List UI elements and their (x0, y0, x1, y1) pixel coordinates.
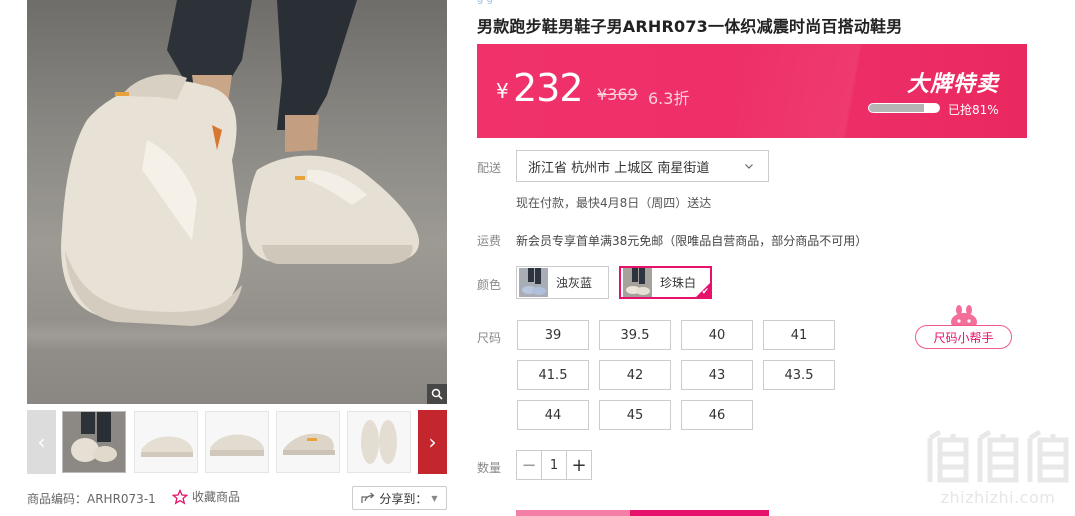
current-price: 232 (513, 66, 584, 110)
caret-down-icon: ▼ (431, 493, 438, 503)
share-label: 分享到： (379, 491, 428, 506)
check-icon: ✔ (701, 287, 709, 297)
size-option-41-5[interactable]: 41.5 (517, 360, 589, 390)
size-option-43-5[interactable]: 43.5 (763, 360, 835, 390)
color-name: 浊灰蓝 (556, 276, 593, 290)
address-select[interactable]: 浙江省 杭州市 上城区 南星街道 (516, 150, 769, 182)
sold-progress-bar (868, 103, 940, 113)
quantity-increase-button[interactable]: + (567, 451, 591, 479)
color-option-pearl-white[interactable]: 珍珠白 ✔ (619, 266, 712, 299)
size-option-40[interactable]: 40 (681, 320, 753, 350)
size-option-44[interactable]: 44 (517, 400, 589, 430)
color-swatch (519, 268, 548, 297)
discount-label: 6.3折 (648, 89, 690, 108)
thumb-prev-button[interactable]: ‹ (27, 410, 56, 474)
size-label: 尺码 (477, 331, 502, 345)
share-icon (361, 492, 375, 503)
product-meta-row: 商品编码：ARHR073-1 收藏商品 分享到： ▼ (27, 486, 447, 510)
purchase-buttons (516, 510, 769, 516)
size-option-41[interactable]: 41 (763, 320, 835, 350)
thumbnail-5[interactable] (347, 411, 411, 473)
product-title: 男款跑步鞋男鞋子男ARHR073一体织减震时尚百搭动鞋男 (477, 17, 903, 36)
size-option-46[interactable]: 46 (681, 400, 753, 430)
size-option-39-5[interactable]: 39.5 (599, 320, 671, 350)
chevron-left-icon: ‹ (37, 430, 46, 454)
quantity-decrease-button[interactable]: − (517, 451, 541, 479)
share-button[interactable]: 分享到： ▼ (352, 486, 447, 510)
add-to-cart-button[interactable] (516, 510, 630, 516)
thumbnail-2[interactable] (134, 411, 198, 473)
watermark-logo (927, 430, 1069, 483)
product-code: 商品编码：ARHR073-1 (27, 492, 156, 506)
buy-now-button[interactable] (630, 510, 769, 516)
price-currency: ¥ (496, 79, 509, 103)
thumbnail-3[interactable] (205, 411, 269, 473)
color-swatch (623, 268, 652, 297)
star-icon (172, 488, 188, 505)
sale-title: 大牌特卖 (906, 72, 999, 97)
thumbnail-4[interactable] (276, 411, 340, 473)
quantity-stepper: − 1 + (516, 450, 592, 480)
zoom-icon[interactable] (427, 384, 447, 404)
main-product-image[interactable] (27, 0, 447, 404)
color-name: 珍珠白 (660, 276, 697, 290)
thumbnail-strip: ‹ › (27, 410, 447, 474)
chevron-down-icon (745, 164, 753, 169)
watermark-text: zhizhizhi.com (940, 488, 1056, 507)
size-option-45[interactable]: 45 (599, 400, 671, 430)
shipping-label: 运费 (477, 234, 502, 248)
address-value: 浙江省 杭州市 上城区 南星街道 (528, 160, 710, 176)
thumbnail-1[interactable] (62, 411, 126, 473)
size-option-42[interactable]: 42 (599, 360, 671, 390)
chevron-right-icon: › (428, 430, 437, 454)
delivery-time: 现在付款，最快4月8日（周四）送达 (516, 196, 712, 210)
site-watermark: zhizhizhi.com (926, 430, 1070, 516)
quantity-input[interactable]: 1 (541, 451, 567, 479)
delivery-label: 配送 (477, 161, 502, 175)
original-price: ¥369 (597, 85, 638, 104)
color-option-blue-gray[interactable]: 浊灰蓝 (516, 266, 609, 299)
favorite-button[interactable]: 收藏商品 (172, 488, 240, 505)
quantity-label: 数量 (477, 461, 502, 475)
top-tag: g g (477, 0, 493, 5)
color-label: 颜色 (477, 278, 502, 292)
size-option-39[interactable]: 39 (517, 320, 589, 350)
thumb-next-button[interactable]: › (418, 410, 447, 474)
size-helper-label: 尺码小帮手 (915, 325, 1012, 349)
sold-progress-fill (869, 104, 926, 112)
sneaker-photo (61, 0, 420, 326)
price-banner: ¥ 232 ¥369 6.3折 大牌特卖 已抢81% (477, 44, 1027, 138)
size-helper-button[interactable]: 尺码小帮手 (914, 305, 1014, 351)
favorite-label: 收藏商品 (192, 490, 241, 504)
size-option-43[interactable]: 43 (681, 360, 753, 390)
shipping-text: 新会员专享首单满38元免邮（限唯品自营商品，部分商品不可用） (516, 234, 868, 248)
sold-progress-text: 已抢81% (948, 103, 999, 117)
